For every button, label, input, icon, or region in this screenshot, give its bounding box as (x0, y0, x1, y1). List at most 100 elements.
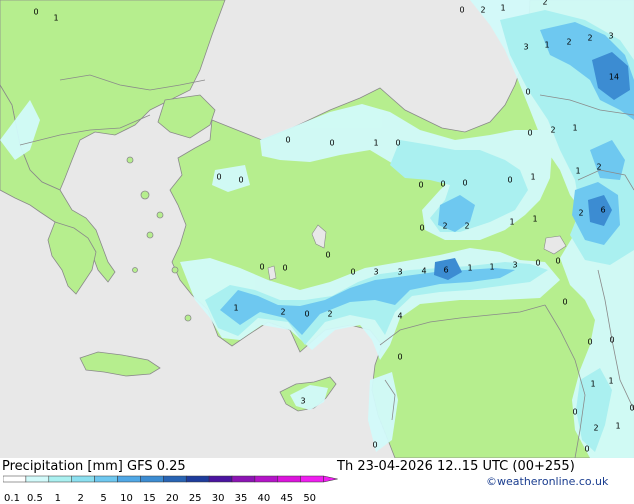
precip-value: 1 (509, 218, 514, 227)
aegean-island-5 (132, 267, 138, 273)
aegean-island-3 (146, 231, 154, 239)
weather-map-frame: 0 1 0 2 1 2 3 1 2 2 3 14 0 0 2 1 1 2 0 0… (0, 0, 634, 504)
legend-label: 1 (54, 493, 61, 504)
precip-value: 1 (608, 377, 613, 386)
precip-value: 0 (440, 180, 445, 189)
legend-swatch (3, 475, 27, 483)
precip-value: 1 (544, 41, 549, 50)
precip-value: 0 (525, 88, 530, 97)
legend-swatch (48, 475, 72, 483)
precip-value: 0 (259, 263, 264, 272)
precip-value: 2 (280, 308, 285, 317)
precip-value: 2 (593, 424, 598, 433)
legend-label: 2 (77, 493, 84, 504)
precip-value: 2 (578, 209, 583, 218)
precip-value: 0 (285, 136, 290, 145)
precip-value: 3 (608, 32, 613, 41)
precip-value: 0 (562, 298, 567, 307)
precip-value: 0 (535, 259, 540, 268)
precip-value: 1 (489, 263, 494, 272)
precip-value: 4 (421, 267, 426, 276)
precip-value: 0 (572, 408, 577, 417)
precip-value: 2 (596, 163, 601, 172)
precip-value: 1 (532, 215, 537, 224)
legend-swatch (254, 475, 279, 483)
precip-value: 1 (530, 173, 535, 182)
aegean-island-2 (156, 211, 164, 219)
aegean-island-4 (171, 266, 179, 274)
precip-value: 0 (304, 310, 309, 319)
precip-value: 0 (216, 173, 221, 182)
legend-swatch (231, 475, 256, 483)
legend-swatch (71, 475, 95, 483)
precip-value: 4 (397, 312, 402, 321)
legend-colorbar (3, 475, 338, 483)
valid-time: Th 23-04-2026 12..15 UTC (00+255) (337, 459, 575, 474)
precip-value: 1 (53, 14, 58, 23)
precip-value: 0 (555, 257, 560, 266)
precip-value: 0 (527, 129, 532, 138)
legend-label: 0.1 (4, 493, 20, 504)
precip-value: 0 (584, 445, 589, 454)
legend-label: 5 (100, 493, 107, 504)
footer-bar: Precipitation [mm] GFS 0.25 Th 23-04-202… (0, 458, 634, 504)
legend-label: 20 (165, 493, 179, 504)
precip-value: 0 (238, 176, 243, 185)
legend-swatch (300, 475, 324, 483)
precip-value: 2 (442, 222, 447, 231)
precip-value: 0 (282, 264, 287, 273)
legend-swatch (163, 475, 187, 483)
precip-value: 2 (566, 38, 571, 47)
precip-value: 6 (443, 266, 448, 275)
aegean-island-1 (140, 190, 150, 200)
source-credit: ©weatheronline.co.uk (486, 475, 609, 488)
precip-value: 0 (418, 181, 423, 190)
precip-value: 14 (609, 73, 619, 82)
precip-value: 0 (33, 8, 38, 17)
precip-value: 6 (600, 206, 605, 215)
precip-value: 1 (467, 264, 472, 273)
precip-value: 0 (372, 441, 377, 450)
legend-label: 15 (143, 493, 156, 504)
legend-label: 0.5 (26, 493, 43, 504)
precip-value: 3 (523, 43, 528, 52)
precip-value: 1 (615, 422, 620, 431)
legend-swatch (117, 475, 141, 483)
legend-label: 50 (303, 493, 317, 504)
precip-value: 0 (419, 224, 424, 233)
precip-value: 0 (397, 353, 402, 362)
precip-value: 0 (609, 336, 614, 345)
precip-value: 1 (233, 304, 238, 313)
precip-value: 2 (327, 310, 332, 319)
legend-swatch (185, 475, 210, 483)
precip-value: 0 (325, 251, 330, 260)
legend-label: 40 (257, 493, 271, 504)
precip-value: 3 (512, 261, 517, 270)
legend-swatch (140, 475, 164, 483)
precip-value: 1 (590, 380, 595, 389)
precip-value: 3 (373, 268, 378, 277)
precip-value: 0 (462, 179, 467, 188)
precip-value: 2 (480, 6, 485, 15)
precip-value: 1 (500, 4, 505, 13)
precip-value: 0 (629, 404, 634, 413)
aegean-island-6 (184, 314, 192, 322)
map-title: Precipitation [mm] GFS 0.25 (2, 459, 186, 474)
precip-value: 1 (572, 124, 577, 133)
precip-value: 2 (464, 222, 469, 231)
legend-label: 30 (211, 493, 225, 504)
legend-label: 35 (234, 493, 248, 504)
precip-value: 3 (397, 268, 402, 277)
precip-value: 2 (587, 34, 592, 43)
precip-value: 0 (395, 139, 400, 148)
legend-swatch (208, 475, 233, 483)
legend-label: 45 (280, 493, 294, 504)
precip-value: 0 (350, 268, 355, 277)
legend-swatch (94, 475, 118, 483)
legend-arrow-tip (323, 475, 338, 483)
legend-label: 10 (120, 493, 133, 504)
precip-value: 0 (329, 139, 334, 148)
precip-value: 2 (542, 0, 547, 7)
precip-value: 0 (459, 6, 464, 15)
precip-value: 1 (575, 167, 580, 176)
